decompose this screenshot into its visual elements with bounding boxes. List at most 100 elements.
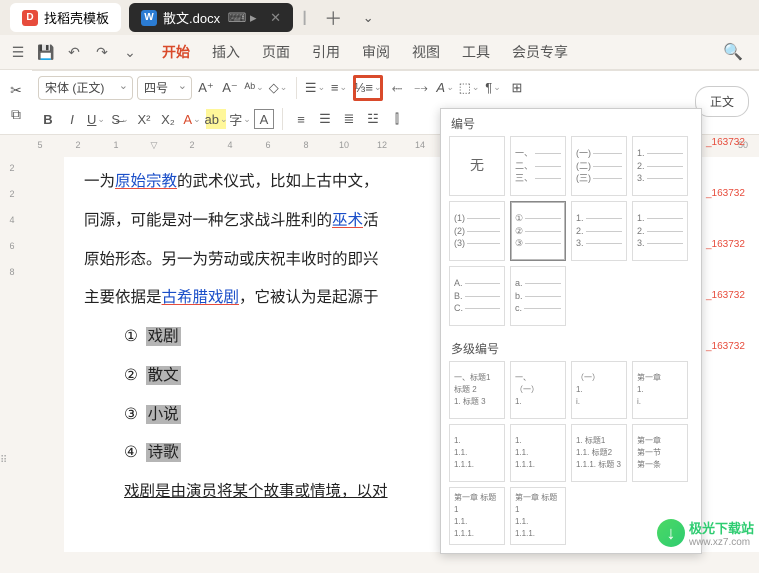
multilevel-option[interactable]: 第一章 标题11.1.1.1.1. <box>449 487 505 545</box>
search-icon[interactable]: 🔍 <box>723 42 743 62</box>
ruler-tick: 2 <box>0 189 24 199</box>
revision-mark: _163732 <box>704 288 759 303</box>
close-icon[interactable]: ✕ <box>270 10 281 26</box>
change-case-icon[interactable]: ᴬᵇ <box>244 78 264 98</box>
tab-separator: ┃ <box>301 11 308 25</box>
clear-format-icon[interactable]: ◇ <box>268 78 288 98</box>
numbering-option[interactable]: 一、二、三、 <box>510 136 566 196</box>
increase-indent-icon[interactable]: ⤍ <box>411 78 431 98</box>
bullets-icon[interactable]: ☰ <box>305 78 325 98</box>
font-color-icon[interactable]: A <box>182 109 202 129</box>
tab-member[interactable]: 会员专享 <box>510 36 570 68</box>
redo-icon[interactable]: ↷ <box>92 42 112 62</box>
drag-handle-icon[interactable]: ⠿ <box>0 455 8 466</box>
tab-doc[interactable]: W 散文.docx ⌨ ▸ ✕ <box>129 3 293 32</box>
link-greek[interactable]: 古希腊戏剧 <box>162 289 240 306</box>
align-center-icon[interactable]: ☰ <box>315 109 335 129</box>
multilevel-option[interactable]: 第一章 标题11.1.1.1.1. <box>510 487 566 545</box>
tab-more-chevron[interactable]: ⌄ <box>358 8 378 28</box>
multilevel-option[interactable]: 1.1.1.1.1.1. <box>510 424 566 482</box>
watermark-brand: 极光下载站 <box>689 518 754 537</box>
revision-marks: _163732 _163732 _163732 _163732 _163732 <box>704 135 759 390</box>
tab-reference[interactable]: 引用 <box>310 36 342 68</box>
device-icon[interactable]: ⌨ ▸ <box>226 10 258 26</box>
save-icon[interactable]: 💾 <box>36 42 56 62</box>
numbering-option-none[interactable]: 无 <box>449 136 505 196</box>
font-size-dropdown[interactable]: 四号 <box>137 76 192 100</box>
highlight-icon[interactable]: ab <box>206 109 226 129</box>
ruler-tick: 8 <box>296 140 316 150</box>
undo-icon[interactable]: ↶ <box>64 42 84 62</box>
phonetic-icon[interactable]: 字 <box>230 109 250 129</box>
font-family-dropdown[interactable]: 宋体 (正文) <box>38 76 133 100</box>
numbering-option[interactable]: a.b.c. <box>510 266 566 326</box>
ruler-tick: 12 <box>372 140 392 150</box>
numbering-option[interactable]: 1.2.3. <box>571 201 627 261</box>
tab-view[interactable]: 视图 <box>410 36 442 68</box>
numbering-option-selected[interactable]: ①②③ <box>510 201 566 261</box>
ai-layout-icon[interactable]: ⊞ <box>507 78 527 98</box>
tab-insert[interactable]: 插入 <box>210 36 242 68</box>
superscript-icon[interactable]: X² <box>134 109 154 129</box>
numbering-option[interactable]: A.B.C. <box>449 266 505 326</box>
numbering-option[interactable]: (一)(二)(三) <box>571 136 627 196</box>
align-left-icon[interactable]: ≡ <box>291 109 311 129</box>
ruler-vertical[interactable]: 2 2 4 6 8 <box>0 155 24 573</box>
tab-template-label: 找稻壳模板 <box>44 8 109 27</box>
strike-icon[interactable]: S̶ <box>110 109 130 129</box>
ribbon-tabs: 开始 插入 页面 引用 审阅 视图 工具 会员专享 <box>160 36 570 68</box>
multilevel-option[interactable]: 一、标题1 标题 2 1. 标题 3 <box>449 361 505 419</box>
multilevel-option[interactable]: 1. 标题11.1. 标题21.1.1. 标题 3 <box>571 424 627 482</box>
multilevel-option[interactable]: 第一章 1. i. <box>632 361 688 419</box>
ruler-tick: 5 <box>30 140 50 150</box>
tab-review[interactable]: 审阅 <box>360 36 392 68</box>
cut-icon[interactable]: ✂ <box>6 80 26 100</box>
multilevel-option[interactable]: （一） 1. i. <box>571 361 627 419</box>
italic-icon[interactable]: I <box>62 109 82 129</box>
align-justify-icon[interactable]: ☳ <box>363 109 383 129</box>
bold-icon[interactable]: B <box>38 109 58 129</box>
ruler-tick: 2 <box>182 140 202 150</box>
show-marks-icon[interactable]: ¶ <box>483 78 503 98</box>
char-shading-icon[interactable]: ⬚ <box>459 78 479 98</box>
ruler-tick: 2 <box>0 163 24 173</box>
underline-icon[interactable]: U <box>86 109 106 129</box>
char-border-icon[interactable]: A <box>254 109 274 129</box>
multilevel-option[interactable]: 第一章第一节第一条 <box>632 424 688 482</box>
decrease-font-icon[interactable]: A⁻ <box>220 78 240 98</box>
numbering-icon[interactable]: ⅓≡ <box>358 78 378 98</box>
tab-doc-label: 散文.docx <box>163 8 220 27</box>
new-tab-button[interactable]: ＋ <box>316 5 350 31</box>
word-icon: W <box>141 10 157 26</box>
tab-page[interactable]: 页面 <box>260 36 292 68</box>
text-effects-icon[interactable]: A <box>435 78 455 98</box>
docer-icon: D <box>22 10 38 26</box>
numbering-panel: 编号 无 一、二、三、 (一)(二)(三) 1.2.3. (1)(2)(3) ①… <box>440 108 702 554</box>
numbering-option[interactable]: 1.2.3. <box>632 201 688 261</box>
tab-start[interactable]: 开始 <box>160 36 192 68</box>
multilevel-option[interactable]: 1.1.1.1.1.1. <box>449 424 505 482</box>
increase-font-icon[interactable]: A⁺ <box>196 78 216 98</box>
ruler-tick: 6 <box>258 140 278 150</box>
numbering-option[interactable]: 1.2.3. <box>632 136 688 196</box>
copy-icon[interactable]: ⧉ <box>6 104 26 124</box>
ruler-tick: 1 <box>106 140 126 150</box>
ruler-tick: 6 <box>0 241 24 251</box>
link-wushu[interactable]: 巫术 <box>332 212 363 229</box>
app-menu-icon[interactable]: ☰ <box>8 42 28 62</box>
subscript-icon[interactable]: X₂ <box>158 109 178 129</box>
numbering-option[interactable]: (1)(2)(3) <box>449 201 505 261</box>
revision-mark: _163732 <box>704 237 759 252</box>
align-right-icon[interactable]: ≣ <box>339 109 359 129</box>
tab-tools[interactable]: 工具 <box>460 36 492 68</box>
decrease-indent-icon[interactable]: ⬸ <box>387 78 407 98</box>
ruler-tick: 2 <box>68 140 88 150</box>
link-religion[interactable]: 原始宗教 <box>115 173 177 190</box>
numbering-simple-icon[interactable]: ≡ <box>329 78 349 98</box>
distribute-icon[interactable]: ⫿ <box>387 109 407 129</box>
site-watermark: ↓ 极光下载站 www.xz7.com <box>657 518 754 548</box>
style-normal-button[interactable]: 正文 <box>695 86 749 117</box>
multilevel-option[interactable]: 一、（一） 1. <box>510 361 566 419</box>
tab-template[interactable]: D 找稻壳模板 <box>10 3 121 32</box>
qat-more-icon[interactable]: ⌄ <box>120 42 140 62</box>
